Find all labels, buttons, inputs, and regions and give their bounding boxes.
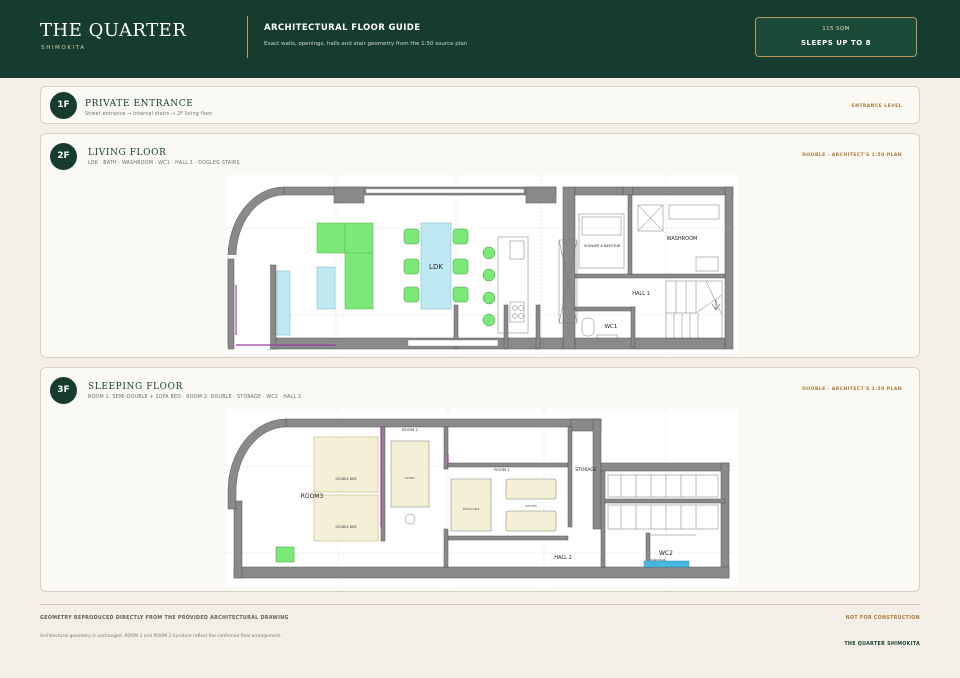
- bed-label-b: DOUBLE BED: [336, 525, 357, 529]
- floor-tag-2f: DOUBLE · ARCHITECT'S 1:50 PLAN: [802, 153, 902, 158]
- bath-fixtures: [578, 204, 720, 272]
- room-label-room3: ROOM3: [301, 493, 324, 500]
- basin-label: HAND BASIN: [650, 559, 665, 562]
- bed-label-semi-double: SEMI-DOUBLE: [463, 508, 480, 511]
- room3-bed-a: [313, 436, 379, 493]
- room2-bed: [390, 440, 430, 508]
- floor-title-2f: LIVING FLOOR: [88, 148, 167, 158]
- floor-title-1f: PRIVATE ENTRANCE: [85, 99, 194, 109]
- header-divider: [247, 16, 248, 58]
- plan-grid: [226, 175, 738, 353]
- guide-description: Exact walls, openings, halls and stair g…: [264, 41, 468, 47]
- page-header: THE QUARTER SHIMOKITA ARCHITECTURAL FLOO…: [0, 0, 960, 78]
- footer-divider: [40, 604, 920, 605]
- interior-walls: [453, 194, 726, 350]
- floor-badge-1f: 1F: [50, 92, 77, 119]
- room-label-ldk: LDK: [429, 263, 443, 271]
- room1-semi-double: [450, 478, 492, 532]
- bed-label-a: DOUBLE BED: [336, 477, 357, 481]
- floor-badge-2f: 2F: [50, 143, 77, 170]
- room-label-wc1: WC1: [605, 324, 618, 330]
- brand-location: SHIMOKITA: [41, 45, 86, 51]
- floor-badge-3f: 3F: [50, 377, 77, 404]
- room3-bed-b: [313, 494, 379, 542]
- footer-disclaimer: NOT FOR CONSTRUCTION: [845, 616, 920, 621]
- floor-card-1f: 1F PRIVATE ENTRANCE Street entrance → in…: [40, 86, 920, 124]
- guide-title: ARCHITECTURAL FLOOR GUIDE: [264, 23, 421, 33]
- room-label-room1: ROOM 1: [494, 467, 510, 472]
- room3-chair: [275, 546, 295, 563]
- bed-label-room2: DOUBLE: [405, 477, 415, 480]
- room-label-hall1: HALL 1: [632, 291, 650, 297]
- floor-plan-3f: DOUBLE BED DOUBLE BED ROOM3 ROOM 2 DOUBL…: [226, 409, 738, 587]
- bed-label-sofa-bed: SOFA BED: [525, 505, 537, 508]
- room-label-shower: SHOWER & BATHTUB: [584, 244, 621, 248]
- floor-tag-1f: ENTRANCE LEVEL: [851, 104, 902, 109]
- brand-logo: THE QUARTER: [40, 20, 187, 41]
- sleeps-value: SLEEPS UP TO 8: [801, 39, 871, 47]
- floor-title-3f: SLEEPING FLOOR: [88, 382, 183, 392]
- tv-unit: [276, 270, 291, 336]
- footer-note: GEOMETRY REPRODUCED DIRECTLY FROM THE PR…: [40, 616, 289, 621]
- room1-sofa-bed-b: [505, 510, 557, 532]
- dogleg-stairs: [665, 280, 723, 340]
- capacity-box: 115 SQM SLEEPS UP TO 8: [755, 17, 917, 57]
- curved-wall-3f: [227, 418, 287, 510]
- room2-stool: [404, 513, 416, 525]
- footer-small-print: Architectural geometry is unchanged. ROO…: [40, 634, 282, 639]
- floor-card-3f: 3F SLEEPING FLOOR ROOM 1: SEMI-DOUBLE + …: [40, 367, 920, 592]
- floor-plan-2f: LDK SHOWER & BATHTUB WASHROOM HALL 1 WC1: [226, 175, 738, 353]
- bar-stools: [482, 246, 496, 327]
- floor-subtitle-3f: ROOM 1: SEMI-DOUBLE + SOFA BED · ROOM 2:…: [88, 395, 302, 400]
- room-label-storage: STORAGE: [575, 467, 597, 473]
- floor-card-2f: 2F LIVING FLOOR LDK · BATH · WASHROOM · …: [40, 133, 920, 358]
- stairs-3f: [607, 474, 719, 536]
- room1-sofa-bed-a: [505, 478, 557, 500]
- floor-subtitle-2f: LDK · BATH · WASHROOM · WC1 · HALL 1 · D…: [88, 161, 240, 166]
- floor-tag-3f: DOUBLE · ARCHITECT'S 1:50 PLAN: [802, 387, 902, 392]
- floor-subtitle-1f: Street entrance → internal stairs → 2F l…: [85, 112, 213, 117]
- room-label-wc2: WC2: [659, 550, 673, 557]
- room-label-room2: ROOM 2: [402, 427, 418, 432]
- room-label-washroom: WASHROOM: [667, 236, 698, 242]
- coffee-table: [316, 266, 336, 310]
- room-label-hall2: HALL 2: [554, 555, 572, 561]
- area-value: 115 SQM: [822, 26, 850, 32]
- footer-brand: THE QUARTER SHIMOKITA: [844, 642, 920, 647]
